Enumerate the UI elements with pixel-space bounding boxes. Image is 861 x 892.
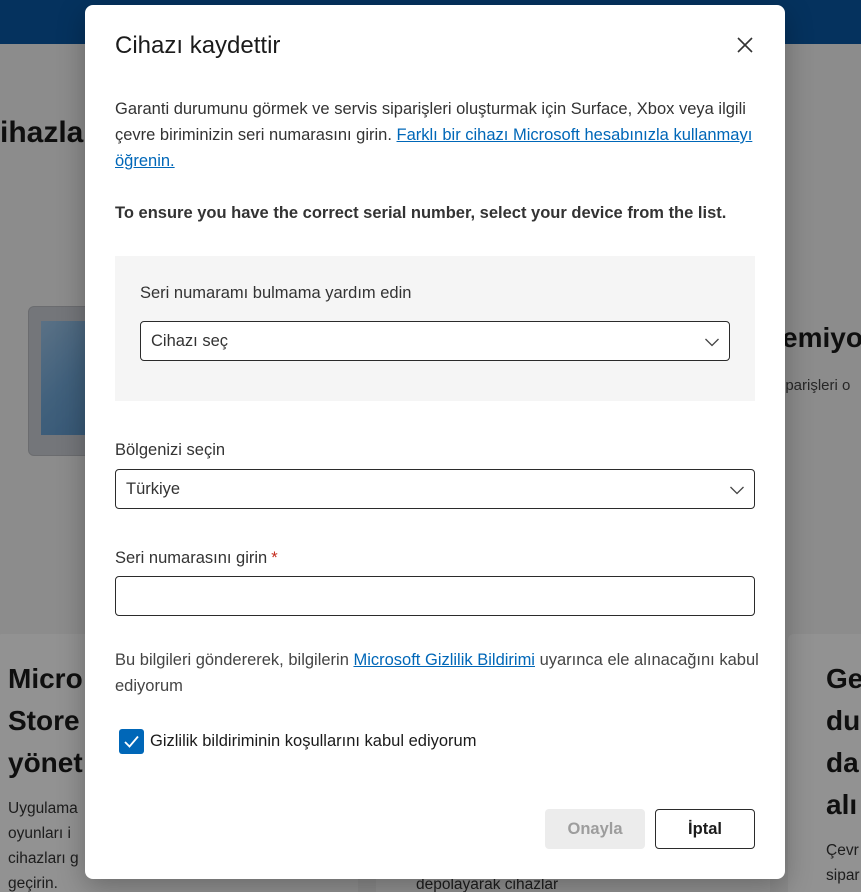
cancel-button[interactable]: İptal (655, 809, 755, 849)
serial-note: To ensure you have the correct serial nu… (115, 204, 727, 222)
chevron-down-icon (730, 486, 744, 495)
intro-text: Garanti durumunu görmek ve servis sipari… (115, 100, 753, 170)
dialog-title: Cihazı kaydettir (115, 32, 281, 59)
checkmark-icon (124, 735, 139, 748)
privacy-statement-link[interactable]: Microsoft Gizlilik Bildirimi (353, 651, 535, 669)
serial-label: Seri numarasını girin * (115, 549, 278, 567)
privacy-text: Bu bilgileri göndererek, bilgilerin Micr… (115, 651, 759, 695)
region-select-value: Türkiye (126, 479, 181, 498)
region-label: Bölgenizi seçin (115, 441, 226, 459)
device-select[interactable]: Cihazı seç (140, 321, 730, 361)
chevron-down-icon (705, 338, 719, 347)
close-icon (737, 37, 753, 53)
close-button[interactable] (731, 31, 759, 59)
serial-finder-panel: Seri numaramı bulmama yardım edin Cihazı… (115, 256, 755, 401)
confirm-button[interactable]: Onayla (545, 809, 645, 849)
consent-checkbox-row[interactable]: Gizlilik bildiriminin koşullarını kabul … (119, 729, 476, 754)
required-mark: * (271, 549, 278, 567)
region-select[interactable]: Türkiye (115, 469, 755, 509)
finder-label: Seri numaramı bulmama yardım edin (140, 284, 412, 302)
register-device-dialog: Cihazı kaydettir Garanti durumunu görmek… (85, 5, 785, 879)
consent-label: Gizlilik bildiriminin koşullarını kabul … (150, 732, 477, 750)
consent-checkbox[interactable] (119, 729, 144, 754)
serial-number-input[interactable] (115, 576, 755, 616)
device-select-value: Cihazı seç (151, 331, 229, 350)
